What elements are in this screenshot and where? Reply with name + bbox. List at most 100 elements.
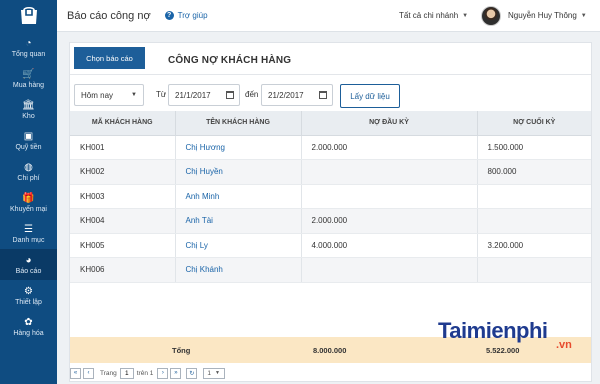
help-link[interactable]: ? Trợ giúp xyxy=(164,11,208,20)
store-bag-icon[interactable] xyxy=(0,0,57,32)
sidebar-item[interactable]: ◕ Báo cáo xyxy=(0,249,57,280)
column-header[interactable]: TÊN KHÁCH HÀNG xyxy=(175,111,302,136)
dashboard-icon: ◔ xyxy=(25,37,32,49)
customer-name-cell[interactable]: Anh Minh xyxy=(175,184,302,209)
closing-debt-cell xyxy=(477,257,591,283)
sidebar-item-label: Kho xyxy=(22,112,35,120)
closing-debt-cell xyxy=(477,208,591,234)
page-input[interactable] xyxy=(119,367,134,379)
table-row[interactable]: KH004 Anh Tài 2.000.000 xyxy=(70,208,591,234)
closing-debt-cell: 1.500.000 xyxy=(477,135,591,160)
customer-name-cell[interactable]: Anh Tài xyxy=(175,208,302,234)
user-name: Nguyễn Huy Thông xyxy=(508,11,577,20)
gear-icon: ⚙ xyxy=(24,285,33,297)
customer-name-cell[interactable]: Chị Khánh xyxy=(175,257,302,283)
to-label: đến xyxy=(245,90,259,99)
customer-code-cell: KH004 xyxy=(70,208,176,234)
sidebar-item[interactable]: ✿ Hàng hóa xyxy=(0,311,57,342)
branch-selector[interactable]: Tất cả chi nhánh ▼ xyxy=(399,11,468,20)
from-date-value: 21/1/2017 xyxy=(175,90,211,100)
sidebar-item-label: Chi phí xyxy=(17,174,40,182)
sidebar-item-label: Danh mục xyxy=(12,236,45,244)
table-header-row: MÃ KHÁCH HÀNG TÊN KHÁCH HÀNG NỢ ĐẦU KỲ N… xyxy=(70,111,591,136)
to-date-input[interactable]: 21/2/2017 xyxy=(261,84,333,106)
opening-debt-cell: 4.000.000 xyxy=(301,233,478,258)
sidebar-item-label: Khuyến mại xyxy=(10,205,47,213)
sidebar-item[interactable]: ▣ Quỹ tiền xyxy=(0,125,57,156)
watermark-suffix: .vn xyxy=(556,339,572,351)
expense-icon: ◍ xyxy=(24,161,33,173)
table-row[interactable]: KH006 Chị Khánh xyxy=(70,257,591,283)
to-date-value: 21/2/2017 xyxy=(268,90,304,100)
page-label: Trang xyxy=(100,369,117,377)
calendar-icon[interactable] xyxy=(319,91,327,99)
fetch-data-button[interactable]: Lấy dữ liệu xyxy=(340,84,400,108)
sidebar-item-label: Thiết lập xyxy=(15,298,42,306)
select-report-button[interactable]: Chọn báo cáo xyxy=(74,47,145,69)
refresh-icon[interactable]: ↻ xyxy=(186,367,198,379)
column-header[interactable]: NỢ CUỐI KỲ xyxy=(477,111,591,136)
avatar xyxy=(481,5,501,26)
opening-debt-cell: 2.000.000 xyxy=(301,135,478,160)
chevron-down-icon: ▼ xyxy=(580,12,587,19)
table-row[interactable]: KH002 Chị Huyền 800.000 xyxy=(70,159,591,185)
page-size-select[interactable]: 1 ▼ xyxy=(203,367,226,379)
totals-label: Tổng xyxy=(172,345,191,355)
next-page-icon[interactable]: › xyxy=(157,367,169,379)
page-title: Báo cáo công nợ xyxy=(67,9,151,22)
last-page-icon[interactable]: » xyxy=(170,367,182,379)
calendar-icon[interactable] xyxy=(226,91,234,99)
prev-page-icon[interactable]: ‹ xyxy=(83,367,94,379)
help-icon: ? xyxy=(164,11,174,20)
closing-debt-cell: 3.200.000 xyxy=(477,233,591,258)
sidebar-item-label: Mua hàng xyxy=(12,81,45,89)
table-row[interactable]: KH005 Chị Ly 4.000.000 3.200.000 xyxy=(70,233,591,258)
opening-debt-cell xyxy=(301,257,478,283)
period-select-value: Hôm nay xyxy=(81,90,114,100)
page-size-value: 1 xyxy=(207,369,211,377)
customer-name-cell[interactable]: Chị Hương xyxy=(175,135,302,160)
sidebar-item[interactable]: 🎁 Khuyến mại xyxy=(0,187,57,218)
totals-opening: 8.000.000 xyxy=(313,345,347,355)
opening-debt-cell: 2.000.000 xyxy=(301,208,478,234)
filter-bar: Hôm nay ▼ Từ 21/1/2017 đến 21/2/2017 Lấy… xyxy=(74,84,590,108)
sidebar: ◔ Tổng quan 🛒 Mua hàng 🏛 Kho ▣ Quỹ tiền ◍ Chi phí… xyxy=(0,0,57,384)
branch-label: Tất cả chi nhánh xyxy=(399,11,459,20)
customer-name-cell[interactable]: Chị Ly xyxy=(175,233,302,258)
sidebar-item[interactable]: 🛒 Mua hàng xyxy=(0,63,57,94)
table-row[interactable]: KH003 Anh Minh xyxy=(70,184,591,209)
sidebar-item-label: Báo cáo xyxy=(15,267,42,275)
gift-icon: 🎁 xyxy=(22,192,35,204)
report-title: CÔNG NỢ KHÁCH HÀNG xyxy=(168,55,292,66)
sidebar-item[interactable]: ◍ Chi phí xyxy=(0,156,57,187)
debt-table: MÃ KHÁCH HÀNG TÊN KHÁCH HÀNG NỢ ĐẦU KỲ N… xyxy=(70,111,591,283)
divider xyxy=(70,74,591,75)
closing-debt-cell: 800.000 xyxy=(477,159,591,185)
first-page-icon[interactable]: « xyxy=(70,367,81,379)
sidebar-item[interactable]: ◔ Tổng quan xyxy=(0,32,57,63)
closing-debt-cell xyxy=(477,184,591,209)
page-of-label: trên 1 xyxy=(136,369,154,377)
period-select[interactable]: Hôm nay ▼ xyxy=(74,84,144,106)
sidebar-item[interactable]: 🏛 Kho xyxy=(0,94,57,125)
watermark-logo: Taimienphi .vn xyxy=(438,318,588,358)
customer-code-cell: KH006 xyxy=(70,257,176,283)
sidebar-item-label: Quỹ tiền xyxy=(15,143,42,151)
column-header[interactable]: NỢ ĐẦU KỲ xyxy=(301,111,478,136)
cart-icon: 🛒 xyxy=(22,68,35,80)
from-label: Từ xyxy=(156,90,167,99)
column-header[interactable]: MÃ KHÁCH HÀNG xyxy=(70,111,176,136)
report-pie-icon: ◕ xyxy=(25,254,32,266)
sidebar-item[interactable]: ☰ Danh mục xyxy=(0,218,57,249)
opening-debt-cell xyxy=(301,184,478,209)
top-bar: Báo cáo công nợ ? Trợ giúp Tất cả chi nh… xyxy=(57,0,600,32)
table-row[interactable]: KH001 Chị Hương 2.000.000 1.500.000 xyxy=(70,135,591,160)
pagination: « ‹ Trang trên 1 › » ↻ 1 ▼ xyxy=(70,365,591,381)
from-date-input[interactable]: 21/1/2017 xyxy=(168,84,240,106)
user-menu[interactable]: Nguyễn Huy Thông ▼ xyxy=(481,5,587,26)
sidebar-item[interactable]: ⚙ Thiết lập xyxy=(0,280,57,311)
list-icon: ☰ xyxy=(24,223,33,235)
warehouse-icon: 🏛 xyxy=(22,99,35,111)
customer-name-cell[interactable]: Chị Huyền xyxy=(175,159,302,185)
chevron-down-icon: ▼ xyxy=(215,370,220,376)
